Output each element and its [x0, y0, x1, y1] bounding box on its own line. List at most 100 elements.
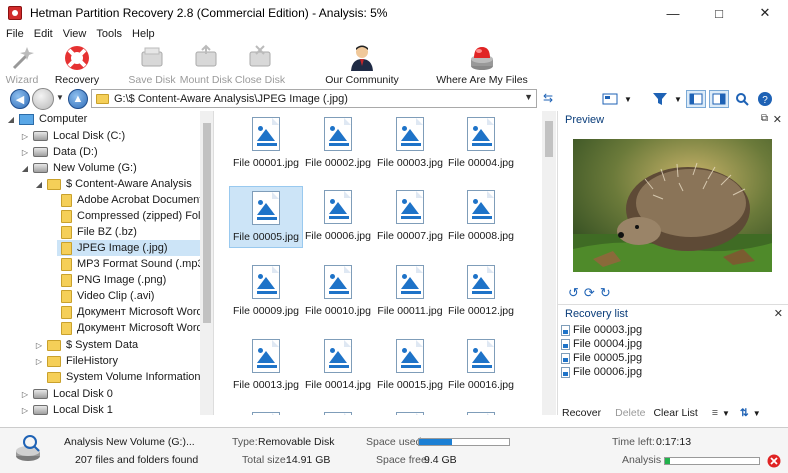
file-item-partial[interactable] [229, 408, 303, 415]
tree-item-video-clip[interactable]: Video Clip (.avi) [61, 288, 154, 304]
expand-icon[interactable]: ▷ [20, 132, 30, 141]
tree-item-content-aware-analysis[interactable]: ◢ $ Content-Aware Analysis [34, 176, 192, 192]
tree-item-word-97-document[interactable]: Документ Microsoft Word 9 [61, 320, 212, 336]
file-item[interactable]: File 00008.jpg [444, 186, 518, 248]
tree-scrollbar[interactable] [200, 111, 213, 415]
our-community-button[interactable]: Our Community [325, 42, 399, 88]
collapse-icon[interactable]: ◢ [20, 164, 30, 173]
rotate-right-icon[interactable]: ↻ [600, 285, 611, 301]
tree-item-data-d[interactable]: ▷ Data (D:) [20, 144, 98, 160]
recover-button[interactable]: Recover [562, 407, 601, 419]
tree-item-compressed-folder[interactable]: Compressed (zipped) Folder [61, 208, 213, 224]
tree-item-new-volume-g[interactable]: ◢ New Volume (G:) [20, 160, 137, 176]
menu-edit[interactable]: Edit [34, 28, 53, 40]
close-icon[interactable]: ✕ [742, 0, 788, 26]
file-item[interactable]: File 00006.jpg [301, 186, 375, 248]
tree-item-local-disk-c[interactable]: ▷ Local Disk (C:) [20, 128, 125, 144]
mount-disk-button[interactable]: Mount Disk [180, 42, 232, 88]
undock-icon[interactable]: ⧉ [761, 113, 768, 124]
list-item[interactable]: File 00006.jpg [561, 365, 781, 379]
file-item[interactable]: File 00010.jpg [301, 261, 375, 323]
rotate-reset-icon[interactable]: ⟳ [584, 285, 595, 301]
file-item[interactable]: File 00009.jpg [229, 261, 303, 323]
file-item[interactable]: File 00011.jpg [373, 261, 447, 323]
address-dropdown-icon[interactable]: ▼ [524, 92, 533, 102]
expand-icon[interactable]: ▷ [34, 357, 44, 366]
file-item[interactable]: File 00012.jpg [444, 261, 518, 323]
tree-item-computer[interactable]: ◢ Computer [6, 111, 87, 127]
tree-item-local-disk-0[interactable]: ▷ Local Disk 0 [20, 386, 113, 402]
history-icon[interactable] [32, 88, 54, 110]
file-item[interactable]: File 00016.jpg [444, 335, 518, 397]
tree-item-mp3-sound[interactable]: MP3 Format Sound (.mp3) [61, 256, 207, 272]
maximize-icon[interactable]: □ [696, 0, 742, 26]
menu-tools[interactable]: Tools [96, 28, 122, 40]
file-item[interactable]: File 00005.jpg [229, 186, 303, 248]
file-item-partial[interactable] [373, 408, 447, 415]
menu-file[interactable]: File [6, 28, 24, 40]
file-item[interactable]: File 00001.jpg [229, 113, 303, 175]
search-icon[interactable] [732, 90, 752, 108]
clear-list-button[interactable]: Clear List [653, 407, 697, 419]
menu-help[interactable]: Help [132, 28, 155, 40]
expand-icon[interactable]: ▷ [20, 406, 30, 415]
file-item[interactable]: File 00004.jpg [444, 113, 518, 175]
file-item[interactable]: File 00015.jpg [373, 335, 447, 397]
tree-item-system-volume-information[interactable]: System Volume Information [47, 369, 201, 385]
tree-item-filehistory[interactable]: ▷ FileHistory [34, 353, 118, 369]
stop-analysis-icon[interactable] [767, 454, 781, 471]
file-grid-scrollbar-thumb[interactable] [545, 121, 553, 157]
delete-button[interactable]: Delete [615, 407, 645, 419]
help-icon[interactable]: ? [755, 90, 775, 108]
file-item[interactable]: File 00007.jpg [373, 186, 447, 248]
view-mode-icon[interactable] [600, 90, 620, 108]
rotate-left-icon[interactable]: ↺ [568, 285, 579, 301]
tree-item-png-image[interactable]: PNG Image (.png) [61, 272, 166, 288]
tree-scrollbar-thumb[interactable] [203, 123, 211, 323]
file-item[interactable]: File 00002.jpg [301, 113, 375, 175]
file-item[interactable]: File 00003.jpg [373, 113, 447, 175]
file-item-partial[interactable] [301, 408, 375, 415]
list-item[interactable]: File 00004.jpg [561, 337, 781, 351]
close-preview-icon[interactable]: ✕ [773, 113, 782, 126]
filter-icon[interactable] [650, 90, 670, 108]
file-item[interactable]: File 00014.jpg [301, 335, 375, 397]
sort-dropdown-icon[interactable]: ▼ [753, 409, 761, 418]
list-view-dropdown-icon[interactable]: ▼ [722, 409, 730, 418]
refresh-icon[interactable]: ⇆ [543, 91, 553, 105]
tree-item-jpeg-image[interactable]: JPEG Image (.jpg) [57, 240, 203, 256]
collapse-icon[interactable]: ◢ [6, 115, 16, 124]
menu-view[interactable]: View [63, 28, 87, 40]
address-field[interactable]: G:\$ Content-Aware Analysis\JPEG Image (… [91, 89, 537, 108]
tree-item-file-bz[interactable]: File BZ (.bz) [61, 224, 137, 240]
minimize-icon[interactable]: — [650, 0, 696, 26]
list-item[interactable]: File 00003.jpg [561, 323, 781, 337]
tree-item-local-disk-1[interactable]: ▷ Local Disk 1 [20, 402, 113, 415]
tree-item-adobe-acrobat[interactable]: Adobe Acrobat Document (. [61, 192, 212, 208]
preview-pane-icon[interactable] [709, 90, 729, 108]
tree-item-system-data[interactable]: ▷ $ System Data [34, 337, 138, 353]
back-icon[interactable]: ◀ [10, 89, 30, 109]
collapse-icon[interactable]: ◢ [34, 180, 44, 189]
wizard-button[interactable]: Wizard [2, 42, 42, 88]
tree-item-word-document[interactable]: Документ Microsoft Word (. [61, 304, 212, 320]
recovery-button[interactable]: Recovery [54, 42, 100, 88]
file-grid-scrollbar[interactable] [542, 111, 556, 415]
up-icon[interactable]: ▲ [68, 89, 88, 109]
save-disk-button[interactable]: Save Disk [128, 42, 176, 88]
sort-icon[interactable]: ⇅ [740, 407, 749, 419]
close-recovery-list-icon[interactable]: ✕ [774, 307, 783, 320]
file-item[interactable]: File 00013.jpg [229, 335, 303, 397]
expand-icon[interactable]: ▷ [20, 148, 30, 157]
panel-layout-icon[interactable] [686, 90, 706, 108]
close-disk-button[interactable]: Close Disk [235, 42, 285, 88]
filter-dropdown-icon[interactable]: ▼ [673, 90, 683, 108]
list-view-icon[interactable]: ≡ [712, 407, 718, 419]
list-item[interactable]: File 00005.jpg [561, 351, 781, 365]
where-are-my-files-button[interactable]: Where Are My Files [436, 42, 528, 88]
history-dropdown-icon[interactable]: ▼ [56, 93, 64, 102]
expand-icon[interactable]: ▷ [34, 341, 44, 350]
view-mode-dropdown-icon[interactable]: ▼ [623, 90, 633, 108]
file-item-partial[interactable] [444, 408, 518, 415]
expand-icon[interactable]: ▷ [20, 390, 30, 399]
